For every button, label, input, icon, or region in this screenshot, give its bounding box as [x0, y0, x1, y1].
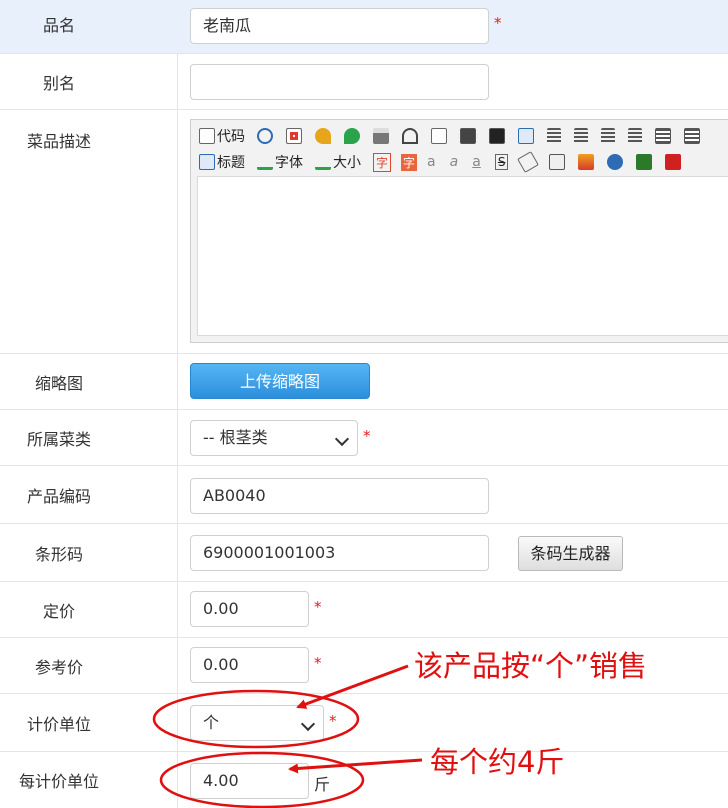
unordered-list-icon[interactable]	[684, 128, 700, 144]
fullscreen-icon[interactable]	[286, 128, 302, 144]
align-justify-icon[interactable]	[628, 128, 642, 144]
table-icon[interactable]	[665, 154, 682, 170]
fixed-price-input[interactable]: 0.00	[190, 591, 309, 627]
barcode-generator-button[interactable]: 条码生成器	[518, 536, 623, 571]
print-icon[interactable]	[373, 128, 389, 144]
row-fixed-price: 定价	[0, 582, 728, 638]
category-select[interactable]: -- 根茎类	[190, 420, 358, 456]
rich-text-editor: 代码 标题 字体 大小 字 字 a a a S	[190, 119, 728, 343]
font-color-button[interactable]: 字	[373, 152, 392, 172]
alias-label: 别名	[42, 73, 75, 93]
row-pricing-unit: 计价单位	[0, 694, 728, 752]
bold-button[interactable]: a	[427, 154, 436, 170]
code-button[interactable]: 代码	[199, 126, 245, 146]
pricing-unit-required-mark: *	[329, 712, 337, 730]
underline-button[interactable]: a	[472, 154, 481, 170]
paste-word-icon[interactable]	[518, 128, 534, 144]
row-per-unit: 每计价单位	[0, 752, 728, 808]
product-code-input[interactable]: AB0040	[190, 478, 489, 514]
per-unit-label: 每计价单位	[18, 772, 99, 791]
editor-toolbar-row2: 标题 字体 大小 字 字 a a a S	[199, 151, 694, 173]
alias-input[interactable]	[190, 64, 489, 100]
weight-note-text: 每个约4斤	[430, 745, 565, 779]
ordered-list-icon[interactable]	[655, 128, 671, 144]
image-icon[interactable]	[578, 154, 595, 170]
font-size-icon	[315, 154, 331, 170]
pricing-unit-label: 计价单位	[26, 714, 91, 734]
fixed-price-required-mark: *	[314, 598, 322, 616]
ref-price-input[interactable]: 0.00	[190, 647, 309, 683]
name-input[interactable]: 老南瓜	[190, 8, 489, 44]
pricing-unit-select[interactable]: 个	[190, 705, 324, 741]
product-code-label: 产品编码	[26, 486, 91, 506]
ref-price-label: 参考价	[34, 657, 83, 677]
paste-text-icon[interactable]	[489, 128, 505, 144]
category-label: 所属菜类	[26, 429, 91, 449]
highlight-button[interactable]: 字	[401, 153, 418, 171]
per-unit-suffix: 斤	[314, 775, 331, 794]
copy-icon[interactable]	[431, 128, 447, 144]
editor-toolbar-row1: 代码	[199, 125, 713, 147]
heading-button[interactable]: 标题	[199, 152, 245, 172]
redo-icon[interactable]	[344, 128, 360, 144]
eraser-icon[interactable]	[517, 151, 540, 173]
font-size-button[interactable]: 大小	[315, 152, 361, 172]
align-left-icon[interactable]	[547, 128, 561, 144]
font-button[interactable]: 字体	[257, 152, 303, 172]
category-required-mark: *	[363, 427, 371, 445]
strikethrough-button[interactable]: S	[494, 154, 509, 170]
template-icon[interactable]	[549, 154, 566, 170]
upload-thumbnail-button[interactable]: 上传缩略图	[190, 363, 370, 399]
paste-icon[interactable]	[460, 128, 476, 144]
ref-price-required-mark: *	[314, 654, 322, 672]
preview-icon[interactable]	[257, 128, 273, 144]
description-label: 菜品描述	[26, 132, 91, 151]
chevron-down-icon	[334, 431, 350, 447]
heading-icon	[199, 154, 215, 170]
thumbnail-label: 缩略图	[34, 373, 83, 393]
flash-icon[interactable]	[607, 154, 624, 170]
font-icon	[257, 154, 273, 170]
per-unit-input[interactable]: 4.00	[190, 763, 309, 799]
cut-icon[interactable]	[402, 128, 418, 144]
pricing-unit-selected-value: 个	[203, 713, 220, 732]
barcode-input[interactable]: 6900001001003	[190, 535, 489, 571]
align-right-icon[interactable]	[601, 128, 615, 144]
italic-button[interactable]: a	[450, 154, 459, 170]
chevron-down-icon	[300, 716, 316, 732]
category-selected-value: -- 根茎类	[203, 428, 268, 447]
name-required-mark: *	[494, 14, 502, 32]
unit-note-text: 该产品按“个”销售	[414, 649, 648, 683]
media-icon[interactable]	[636, 154, 653, 170]
fixed-price-label: 定价	[42, 601, 75, 621]
editor-content-area[interactable]	[197, 176, 728, 336]
code-icon	[199, 128, 215, 144]
align-center-icon[interactable]	[574, 128, 588, 144]
undo-icon[interactable]	[315, 128, 331, 144]
name-label: 品名	[42, 16, 75, 35]
barcode-label: 条形码	[34, 544, 83, 564]
